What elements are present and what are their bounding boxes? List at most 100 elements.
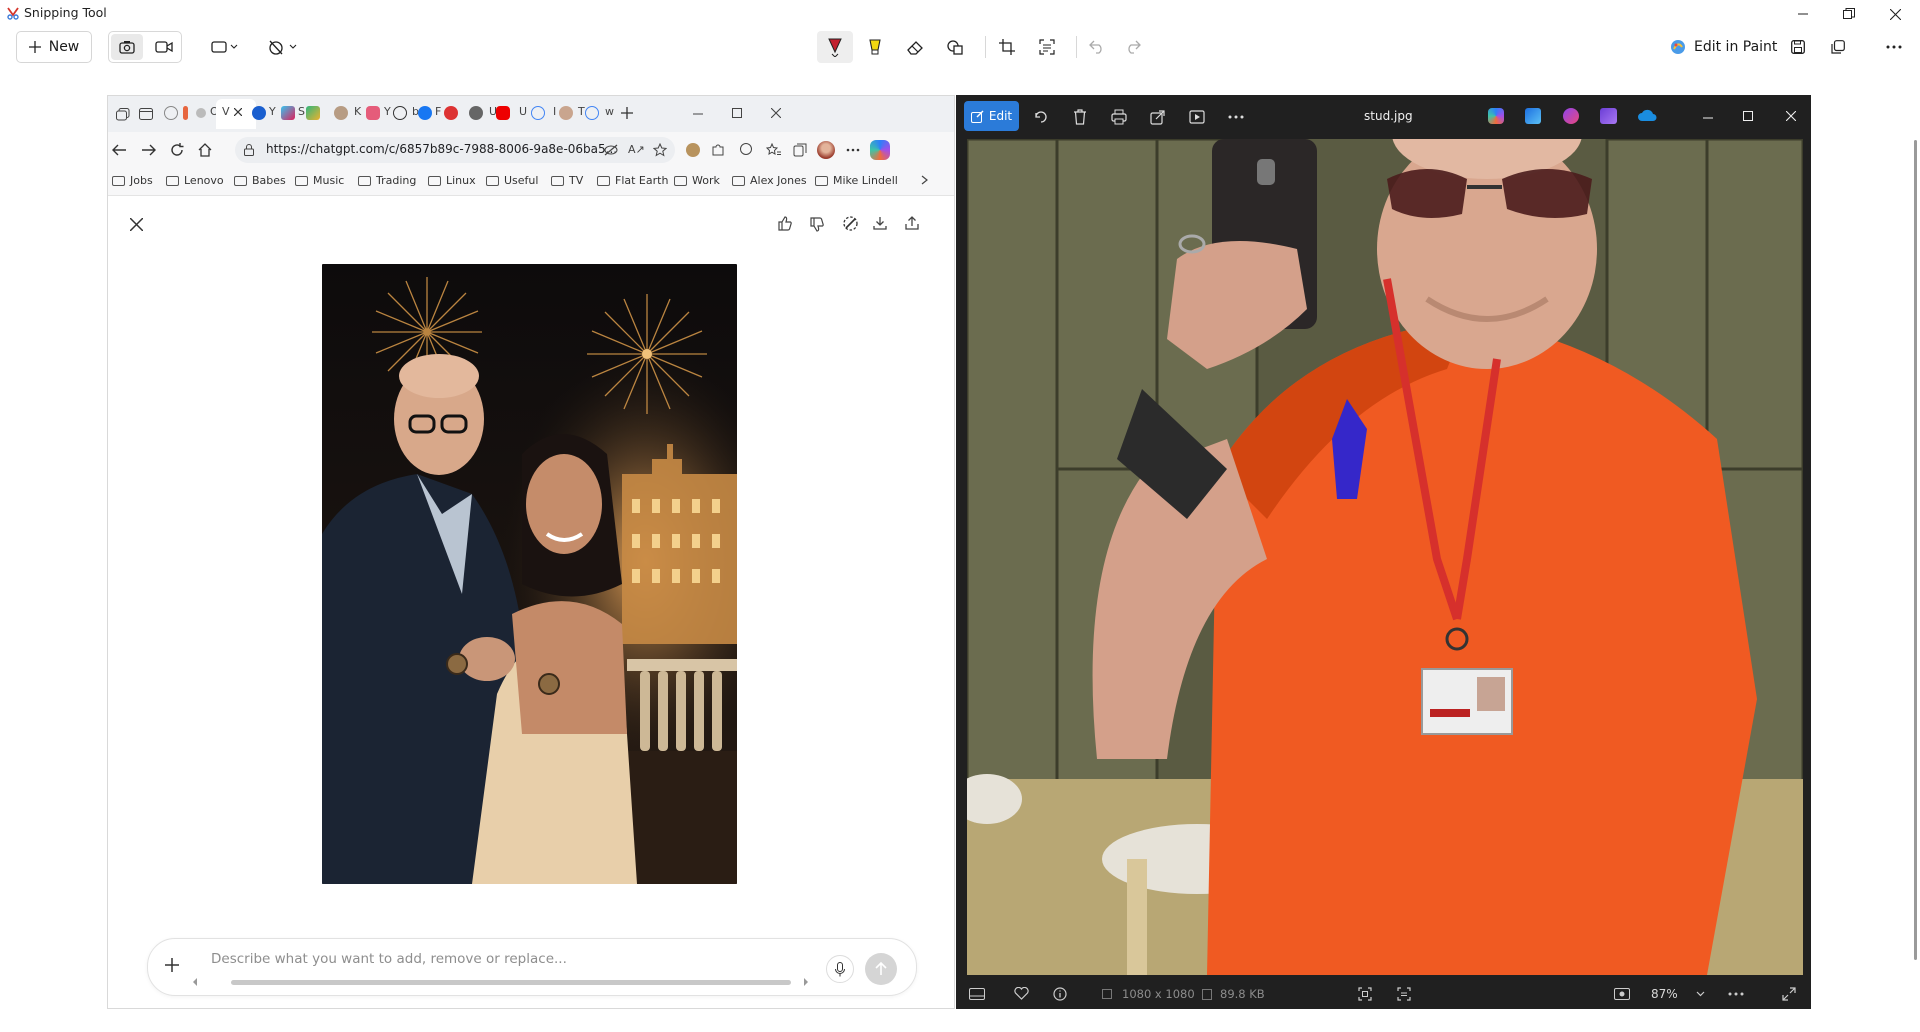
bookmark-folder[interactable]: Alex Jones xyxy=(732,174,807,187)
favorite-heart-icon[interactable] xyxy=(1014,987,1029,1000)
save-button[interactable] xyxy=(1782,31,1814,63)
collections-icon[interactable] xyxy=(793,143,807,157)
tab-favicon[interactable] xyxy=(559,106,573,120)
tab-label[interactable]: w xyxy=(605,105,614,118)
tracking-prevention-icon[interactable] xyxy=(604,144,618,156)
tab-label[interactable]: Y xyxy=(384,105,391,118)
tab-close-icon[interactable] xyxy=(234,108,242,116)
tab-label[interactable]: F xyxy=(435,105,441,118)
tab-label[interactable]: V xyxy=(222,105,230,118)
tab-label[interactable]: Y xyxy=(269,105,276,118)
more-options-button[interactable] xyxy=(1878,31,1910,63)
lock-icon[interactable] xyxy=(244,144,254,156)
tab-favicon[interactable] xyxy=(183,106,188,120)
photos-minimize-icon[interactable] xyxy=(1703,117,1713,119)
more-dots-icon[interactable] xyxy=(1728,992,1744,996)
canvas-scrollbar[interactable] xyxy=(1914,140,1917,960)
actual-size-icon[interactable] xyxy=(1614,987,1630,1001)
github-icon[interactable] xyxy=(393,106,407,120)
facebook-icon[interactable] xyxy=(418,106,432,120)
photos-edit-button[interactable]: Edit xyxy=(964,101,1019,131)
more-dots-icon[interactable] xyxy=(1228,115,1244,119)
bookmark-folder[interactable]: Flat Earth xyxy=(597,174,668,187)
clipchamp-icon[interactable] xyxy=(1563,108,1579,124)
copy-button[interactable] xyxy=(1822,31,1854,63)
back-arrow-icon[interactable] xyxy=(112,144,126,156)
extension-icon[interactable] xyxy=(740,143,752,155)
extension-icon[interactable] xyxy=(686,143,700,157)
prompt-input[interactable]: Describe what you want to add, remove or… xyxy=(211,951,567,967)
print-icon[interactable] xyxy=(1111,109,1127,125)
tab-label[interactable]: T xyxy=(578,105,585,118)
main-photo[interactable] xyxy=(967,139,1803,975)
send-button[interactable] xyxy=(865,953,897,985)
fullscreen-icon[interactable] xyxy=(1782,987,1796,1001)
highlighter-button[interactable] xyxy=(858,31,892,63)
scroll-right-icon[interactable] xyxy=(803,977,809,987)
bookmark-folder[interactable]: Linux xyxy=(428,174,476,187)
microphone-button[interactable] xyxy=(826,955,854,983)
select-area-icon[interactable] xyxy=(842,215,859,232)
tab-label[interactable]: U xyxy=(519,105,527,118)
close-editor-icon[interactable] xyxy=(130,218,143,231)
bookmark-folder[interactable]: Babes xyxy=(234,174,286,187)
bookmark-folder[interactable]: Mike Lindell xyxy=(815,174,898,187)
close-button[interactable] xyxy=(1872,0,1918,28)
generated-image[interactable] xyxy=(322,264,737,884)
bookmark-folder[interactable]: Lenovo xyxy=(166,174,224,187)
home-icon[interactable] xyxy=(198,143,212,157)
thumbs-down-icon[interactable] xyxy=(810,217,824,232)
share-icon[interactable] xyxy=(905,216,919,230)
text-actions-button[interactable] xyxy=(1030,31,1064,63)
tab-favicon[interactable] xyxy=(366,106,380,120)
browser-maximize-icon[interactable] xyxy=(732,108,742,118)
bookmark-folder[interactable]: Music xyxy=(295,174,344,187)
tab-favicon[interactable] xyxy=(469,106,483,120)
screenshot-mode-button[interactable] xyxy=(111,34,143,60)
google-icon[interactable] xyxy=(585,106,599,120)
chevron-down-icon[interactable] xyxy=(1696,991,1705,997)
copilot-icon[interactable] xyxy=(1488,108,1504,124)
photos-close-icon[interactable] xyxy=(1786,111,1796,121)
rotate-icon[interactable] xyxy=(1033,109,1049,125)
prompt-scrollbar[interactable] xyxy=(231,980,791,985)
bookmark-folder[interactable]: Trading xyxy=(358,174,416,187)
bookmark-folder[interactable]: Jobs xyxy=(112,174,153,187)
favorite-star-icon[interactable] xyxy=(653,143,667,157)
tab-favicon[interactable] xyxy=(444,106,458,120)
attach-plus-icon[interactable] xyxy=(165,958,179,972)
google-icon[interactable] xyxy=(531,106,545,120)
onedrive-icon[interactable] xyxy=(1637,109,1657,122)
favorites-icon[interactable] xyxy=(766,143,781,157)
youtube-icon[interactable] xyxy=(496,106,510,120)
tab-label[interactable]: K xyxy=(354,105,361,118)
forward-arrow-icon[interactable] xyxy=(142,144,156,156)
filmstrip-icon[interactable] xyxy=(969,988,985,1000)
tab-favicon[interactable] xyxy=(252,106,266,120)
edit-in-paint-button[interactable]: Edit in Paint xyxy=(1670,31,1777,63)
browser-close-icon[interactable] xyxy=(771,108,781,118)
new-tab-icon[interactable] xyxy=(621,107,633,119)
copilot-icon[interactable] xyxy=(870,140,890,160)
download-icon[interactable] xyxy=(873,216,887,230)
zoom-level[interactable]: 87% xyxy=(1651,987,1678,1001)
bookmark-folder[interactable]: TV xyxy=(551,174,583,187)
shapes-button[interactable] xyxy=(938,31,972,63)
tab-favicon[interactable] xyxy=(196,108,206,118)
extensions-puzzle-icon[interactable] xyxy=(711,143,725,157)
minimize-button[interactable] xyxy=(1780,0,1826,28)
tab-favicon[interactable] xyxy=(334,106,348,120)
tab-favicon[interactable] xyxy=(164,106,178,120)
restore-button[interactable] xyxy=(1826,0,1872,28)
info-icon[interactable] xyxy=(1053,987,1067,1001)
ocr-scan-icon[interactable] xyxy=(1397,987,1411,1001)
profile-avatar[interactable] xyxy=(817,141,835,159)
fit-to-window-icon[interactable] xyxy=(1358,987,1372,1001)
workspaces-icon[interactable] xyxy=(116,108,130,121)
new-snip-button[interactable]: New xyxy=(16,31,92,63)
vertical-tabs-icon[interactable] xyxy=(139,108,153,120)
crop-button[interactable] xyxy=(990,31,1024,63)
ballpoint-pen-button[interactable] xyxy=(817,31,853,63)
bookmark-folder[interactable]: Work xyxy=(674,174,720,187)
read-aloud-icon[interactable]: A↗ xyxy=(628,143,645,156)
